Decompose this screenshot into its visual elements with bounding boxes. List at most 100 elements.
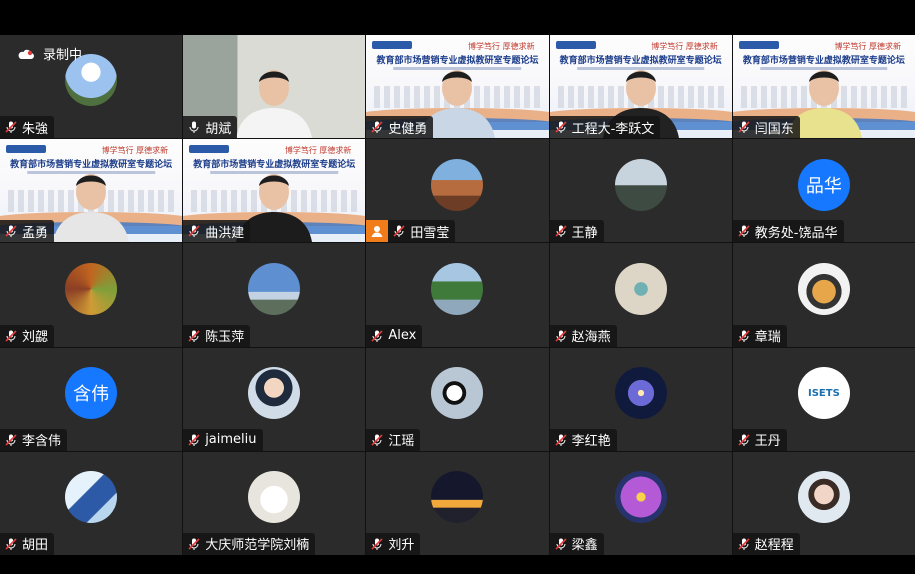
participant-name-tag: 胡田 <box>0 532 55 555</box>
participant-tile[interactable]: 赵海燕 <box>549 243 732 347</box>
participant-name-tag: 陈玉萍 <box>183 324 251 347</box>
participant-name: 李红艳 <box>571 434 611 450</box>
participant-name: 胡田 <box>22 538 49 554</box>
participant-tile[interactable]: 胡田 <box>0 451 183 555</box>
participant-tile[interactable]: 含伟 李含伟 <box>0 347 183 451</box>
participant-name: 王静 <box>571 225 598 241</box>
participant-name-tag: 李含伟 <box>0 428 68 451</box>
participant-tile[interactable]: 陈玉萍 <box>183 243 366 347</box>
participant-tile[interactable]: 博学笃行 厚德求新 教育部市场营销专业虚拟教研室专题论坛 曲洪建 <box>183 139 366 243</box>
slide-slogan: 博学笃行 厚德求新 <box>284 146 352 156</box>
participant-tile[interactable]: 博学笃行 厚德求新 教育部市场营销专业虚拟教研室专题论坛 史健勇 <box>366 35 549 139</box>
mic-icon <box>189 121 199 134</box>
participant-tile[interactable]: 品华 教务处-饶品华 <box>732 139 915 243</box>
video-grid: 朱強 胡斌 博学笃行 厚德求新 教育部市场营销专业虚拟教研室专题论坛 史健勇 博学笃行 厚… <box>0 35 915 555</box>
mic-muted-icon <box>555 434 567 446</box>
mic-muted-icon <box>371 121 383 134</box>
avatar <box>431 471 484 524</box>
participant-video-person <box>53 174 130 243</box>
participant-name: 胡斌 <box>205 121 232 137</box>
avatar <box>431 367 484 419</box>
participant-tile[interactable]: 博学笃行 厚德求新 教育部市场营销专业虚拟教研室专题论坛 闫国东 <box>732 35 915 139</box>
participant-name-tag: 王丹 <box>732 428 787 451</box>
mic-muted-icon <box>188 538 200 550</box>
mic-muted-icon <box>738 434 750 446</box>
participant-name-tag: 胡斌 <box>183 116 238 139</box>
cloud-icon <box>18 49 34 59</box>
participant-name-tag: 教务处-饶品华 <box>732 220 844 243</box>
mic-muted-icon <box>738 330 750 342</box>
participant-name-tag: 王静 <box>549 220 604 243</box>
participant-name-tag: 闫国东 <box>732 116 800 139</box>
avatar <box>248 262 301 315</box>
avatar <box>65 471 118 524</box>
participant-tile[interactable]: 大庆师范学院刘楠 <box>183 451 366 555</box>
slide-slogan: 博学笃行 厚德求新 <box>468 42 535 51</box>
avatar <box>614 471 667 524</box>
participant-name-tag: 李红艳 <box>549 428 617 451</box>
mic-muted-icon <box>5 121 17 134</box>
participant-name-tag: jaimeliu <box>183 428 263 451</box>
mic-muted-icon <box>188 330 200 342</box>
participant-name-tag: 赵海燕 <box>549 324 617 347</box>
participant-tile[interactable]: 博学笃行 厚德求新 教育部市场营销专业虚拟教研室专题论坛 工程大-李跃文 <box>549 35 732 139</box>
participant-name: 教务处-饶品华 <box>754 225 838 241</box>
avatar <box>248 471 301 524</box>
recording-label: 录制中 <box>43 48 83 63</box>
participant-tile[interactable]: 胡斌 <box>183 35 366 139</box>
participant-name: 李含伟 <box>22 434 62 450</box>
mic-muted-icon <box>738 225 750 238</box>
participant-name: Alex <box>388 328 417 344</box>
mic-muted-icon <box>188 225 200 238</box>
participant-name: 赵程程 <box>754 538 794 554</box>
participant-name: 章瑞 <box>754 330 781 346</box>
mic-muted-icon <box>5 330 17 342</box>
participant-name: 赵海燕 <box>571 330 611 346</box>
avatar-logo-text: ISETS <box>808 387 840 399</box>
participant-tile[interactable]: 刘勰 <box>0 243 183 347</box>
participant-tile[interactable]: 王静 <box>549 139 732 243</box>
participant-tile[interactable]: 梁鑫 <box>549 451 732 555</box>
mic-muted-icon <box>555 330 567 342</box>
participant-name: 刘勰 <box>22 330 49 346</box>
participant-tile[interactable]: ISETS 王丹 <box>732 347 915 451</box>
mic-muted-icon <box>371 434 383 446</box>
participant-name: 史健勇 <box>388 121 428 137</box>
participant-tile[interactable]: 刘升 <box>366 451 549 555</box>
mic-muted-icon <box>371 330 383 342</box>
participant-name-tag: Alex <box>366 324 423 347</box>
participant-tile[interactable]: 赵程程 <box>732 451 915 555</box>
participant-tile[interactable]: 江瑶 <box>366 347 549 451</box>
participant-tile[interactable]: 李红艳 <box>549 347 732 451</box>
participant-tile[interactable]: 博学笃行 厚德求新 教育部市场营销专业虚拟教研室专题论坛 孟勇 <box>0 139 183 243</box>
participant-name: 朱強 <box>22 121 49 137</box>
mic-muted-icon <box>393 225 405 238</box>
participant-tile[interactable]: Alex <box>366 243 549 347</box>
avatar: 含伟 <box>65 367 118 419</box>
avatar <box>431 262 484 315</box>
avatar <box>614 158 667 211</box>
slide-slogan: 博学笃行 厚德求新 <box>834 42 901 51</box>
host-icon <box>366 220 389 243</box>
participant-tile[interactable]: jaimeliu <box>183 347 366 451</box>
avatar <box>65 262 118 315</box>
participant-name: 田雪莹 <box>410 225 450 241</box>
participant-name: 曲洪建 <box>205 225 245 241</box>
participant-name: 王丹 <box>754 434 781 450</box>
mic-muted-icon <box>738 121 750 134</box>
participant-name-tag: 刘升 <box>366 532 421 555</box>
mic-muted-icon <box>555 121 567 134</box>
participant-name: 陈玉萍 <box>205 330 245 346</box>
participant-name-tag: 史健勇 <box>366 116 434 139</box>
participant-name-tag: 曲洪建 <box>183 220 251 243</box>
participant-name: 孟勇 <box>22 225 49 241</box>
participant-name-tag: 朱強 <box>0 116 55 139</box>
participant-name: jaimeliu <box>205 432 257 448</box>
avatar <box>431 158 484 211</box>
participant-video-person <box>236 70 313 139</box>
participant-name: 工程大-李跃文 <box>571 121 655 137</box>
participant-name-tag: 大庆师范学院刘楠 <box>183 532 316 555</box>
participant-tile[interactable]: 田雪莹 <box>366 139 549 243</box>
bottom-bar <box>0 555 915 574</box>
participant-tile[interactable]: 章瑞 <box>732 243 915 347</box>
